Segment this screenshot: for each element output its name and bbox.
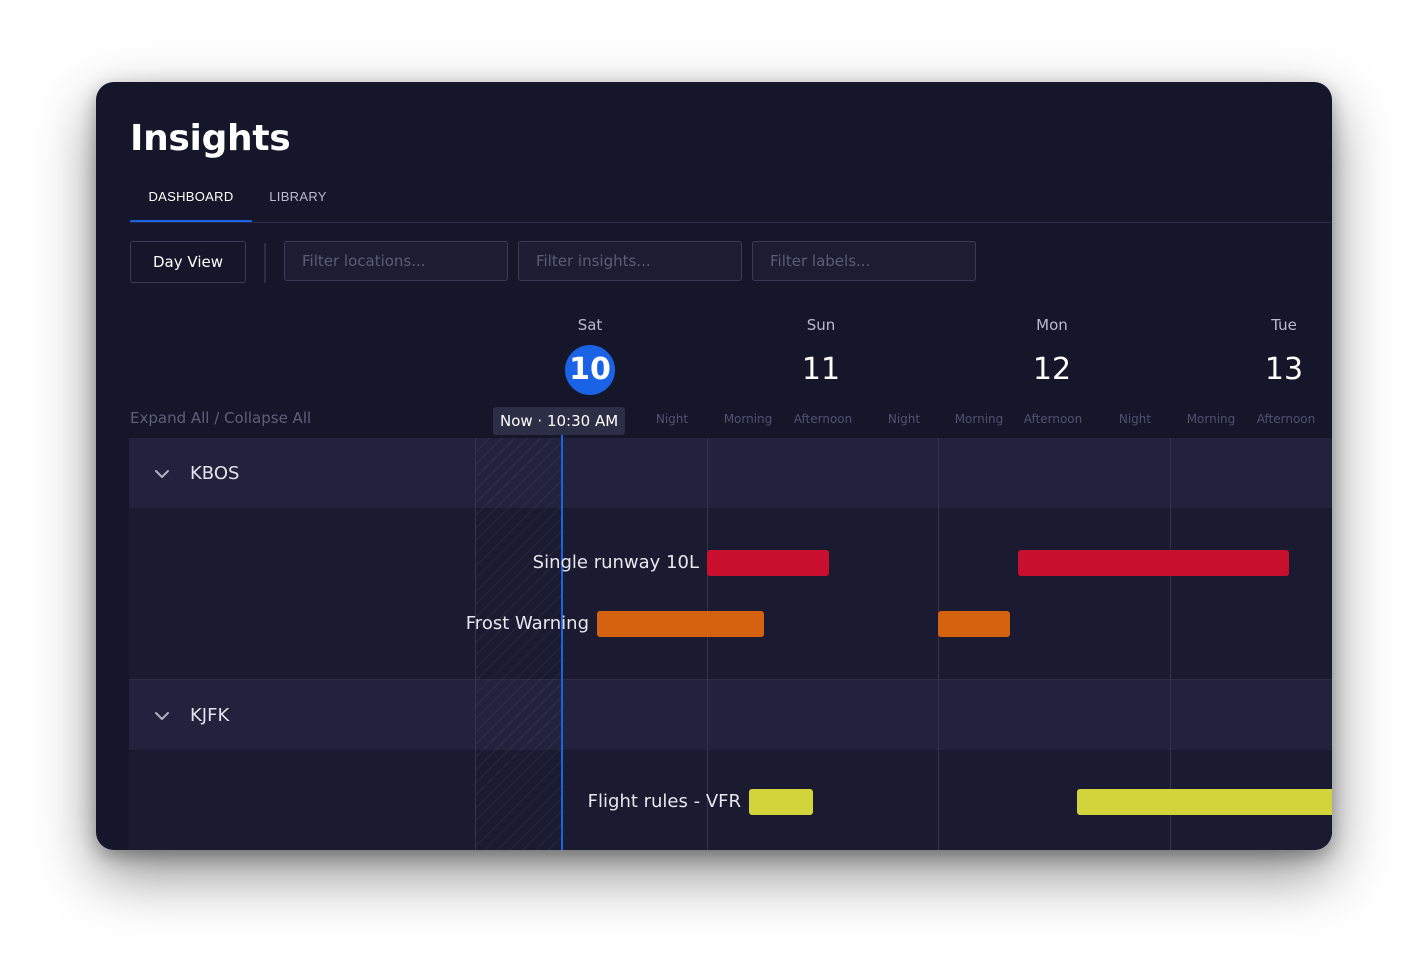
group-name: KJFK xyxy=(190,705,230,726)
insight-bar-single-runway[interactable] xyxy=(1018,550,1289,576)
insight-bar-flight-rules-vfr[interactable] xyxy=(1077,789,1332,815)
tab-library[interactable]: LIBRARY xyxy=(256,182,340,222)
page-title: Insights xyxy=(130,118,291,159)
day-boundary-line xyxy=(938,438,939,850)
day-name-sat: Sat xyxy=(577,316,603,334)
chevron-down-icon[interactable] xyxy=(153,707,171,725)
insight-label: Single runway 10L xyxy=(532,552,699,573)
expand-collapse-all-link[interactable]: Expand All / Collapse All xyxy=(130,409,311,427)
current-time-line xyxy=(561,430,563,850)
insight-bar-frost-warning[interactable] xyxy=(938,611,1010,637)
day-name-sun: Sun xyxy=(806,316,836,334)
group-name: KBOS xyxy=(190,463,240,484)
period-label: Afternoon xyxy=(1023,412,1083,426)
insight-bar-frost-warning[interactable] xyxy=(597,611,764,637)
filter-locations-input[interactable] xyxy=(284,241,508,281)
day-number-mon[interactable]: 12 xyxy=(1022,345,1082,395)
filter-labels-input[interactable] xyxy=(752,241,976,281)
chevron-down-icon[interactable] xyxy=(153,465,171,483)
insight-label: Flight rules - VFR xyxy=(587,791,741,812)
day-name-mon: Mon xyxy=(1036,316,1068,334)
period-label: Afternoon xyxy=(793,412,853,426)
filter-insights-input[interactable] xyxy=(518,241,742,281)
group-header-kbos[interactable]: KBOS xyxy=(129,438,1332,508)
current-time-badge: Now · 10:30 AM xyxy=(493,407,626,435)
day-boundary-line xyxy=(707,438,708,850)
day-view-button[interactable]: Day View xyxy=(130,241,246,283)
day-name-tue: Tue xyxy=(1271,316,1297,334)
day-number-tue[interactable]: 13 xyxy=(1254,345,1314,395)
app-window: Insights DASHBOARD LIBRARY Day View Sat … xyxy=(96,82,1332,850)
group-header-kjfk[interactable]: KJFK xyxy=(129,680,1332,750)
insight-label: Frost Warning xyxy=(465,613,589,634)
past-time-hatch xyxy=(475,438,563,850)
group-body-kbos xyxy=(129,508,1332,679)
day-number-today[interactable]: 10 xyxy=(565,345,615,395)
day-number-sun[interactable]: 11 xyxy=(791,345,851,395)
insight-bar-flight-rules-vfr[interactable] xyxy=(749,789,813,815)
tab-dashboard[interactable]: DASHBOARD xyxy=(130,182,252,222)
toolbar: Day View xyxy=(130,241,1332,285)
toolbar-divider xyxy=(264,243,266,283)
tabs-divider xyxy=(130,222,1332,223)
period-label: Afternoon xyxy=(1256,412,1316,426)
insight-bar-single-runway[interactable] xyxy=(707,550,829,576)
tab-bar: DASHBOARD LIBRARY xyxy=(130,182,1332,224)
